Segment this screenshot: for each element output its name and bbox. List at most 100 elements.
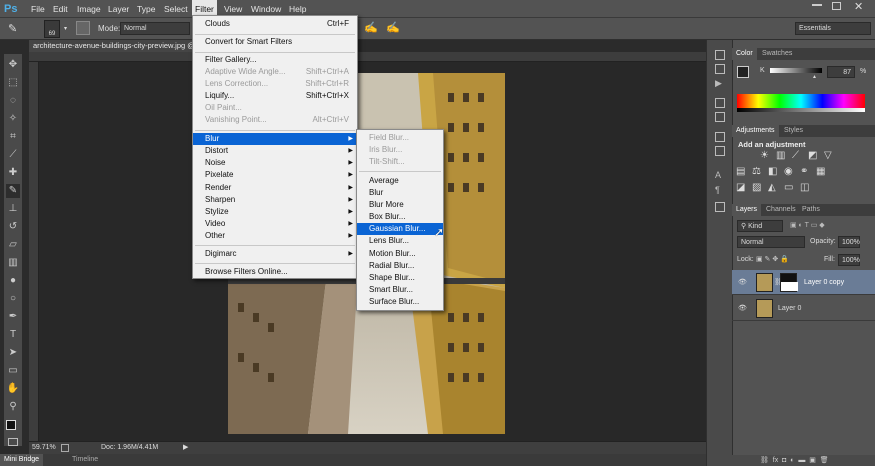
lasso-tool-icon[interactable]: ◌ — [6, 94, 20, 108]
menu-item-video[interactable]: Video ▶ — [193, 218, 357, 230]
menu-item-gaussian-blur[interactable]: Gaussian Blur... — [357, 223, 443, 235]
menu-item-browse-filters-online[interactable]: Browse Filters Online... — [193, 266, 357, 278]
tool-presets-icon[interactable] — [715, 146, 725, 156]
menu-item-box-blur[interactable]: Box Blur... — [357, 211, 443, 223]
eye-icon[interactable]: 👁 — [738, 304, 747, 312]
layer-row[interactable]: 👁 Layer 0 — [732, 296, 875, 321]
menu-item-blur-more[interactable]: Blur More — [357, 199, 443, 211]
tab-channels[interactable]: Channels — [762, 204, 800, 216]
menu-item-blur[interactable]: Blur ▶ — [193, 133, 357, 145]
menu-item-filter-gallery[interactable]: Filter Gallery... — [193, 54, 357, 66]
tab-paths[interactable]: Paths — [798, 204, 824, 216]
brush-tool-icon[interactable]: ✎ — [6, 184, 20, 198]
menu-item-average[interactable]: Average — [357, 175, 443, 187]
menu-item-pixelate[interactable]: Pixelate ▶ — [193, 169, 357, 181]
clone-stamp-tool-icon[interactable]: ⊥ — [6, 202, 20, 216]
new-group-icon[interactable]: ▬ — [798, 457, 805, 464]
brush-panel-icon[interactable] — [715, 98, 725, 108]
close-icon[interactable]: ✕ — [854, 0, 863, 13]
k-value-input[interactable]: 87 — [827, 66, 855, 78]
actions-panel-icon[interactable] — [715, 64, 725, 74]
hue-saturation-icon[interactable]: ▤ — [736, 166, 745, 177]
color-spectrum-bar[interactable] — [737, 94, 865, 108]
color-lookup-icon[interactable]: ▦ — [816, 166, 825, 177]
selective-color-icon[interactable]: ◫ — [800, 182, 809, 193]
crop-tool-icon[interactable]: ⌗ — [6, 130, 20, 144]
brush-tool-icon[interactable]: ✎ — [8, 22, 17, 35]
color-balance-icon[interactable]: ⚖ — [752, 166, 761, 177]
layer-filter-kind[interactable]: ⚲ Kind — [737, 220, 783, 232]
chevron-down-icon[interactable]: ▾ — [64, 25, 67, 32]
pressure-size-icon[interactable]: ✍ — [386, 21, 400, 34]
clone-source-icon[interactable] — [715, 132, 725, 142]
document-tab[interactable]: architecture-avenue-buildings-city-previ… — [29, 40, 205, 52]
maximize-icon[interactable] — [832, 2, 841, 10]
tab-timeline[interactable]: Timeline — [72, 454, 98, 466]
layer-filter-icons[interactable]: ▣ ◐ T ▭ ◆ — [790, 221, 860, 231]
layer-mask-thumbnail[interactable] — [780, 273, 798, 292]
menu-select[interactable]: Select — [161, 0, 191, 18]
history-panel-icon[interactable] — [715, 50, 725, 60]
curves-icon[interactable]: ⟋ — [792, 150, 799, 161]
brush-panel-toggle[interactable] — [76, 21, 90, 35]
path-selection-tool-icon[interactable]: ➤ — [6, 346, 20, 360]
k-slider[interactable] — [770, 68, 822, 73]
channel-mixer-icon[interactable]: ⚭ — [800, 166, 808, 177]
grayscale-ramp[interactable] — [737, 108, 865, 112]
type-tool-icon[interactable]: T — [6, 328, 20, 342]
play-icon[interactable]: ▶ — [715, 78, 722, 89]
vibrance-icon[interactable]: ▽ — [824, 150, 832, 161]
tab-mini-bridge[interactable]: Mini Bridge — [0, 454, 44, 466]
fx-icon[interactable]: fx — [773, 457, 778, 464]
zoom-level[interactable]: 59.71% — [32, 442, 56, 454]
dodge-tool-icon[interactable]: ○ — [6, 292, 20, 306]
brush-preset-picker[interactable]: 69 — [44, 20, 60, 38]
menu-item-radial-blur[interactable]: Radial Blur... — [357, 260, 443, 272]
delete-layer-icon[interactable]: 🗑 — [820, 457, 829, 464]
layer-comps-icon[interactable] — [715, 202, 725, 212]
zoom-tool-icon[interactable]: ⚲ — [6, 400, 20, 414]
menu-item-stylize[interactable]: Stylize ▶ — [193, 206, 357, 218]
menu-item-smart-blur[interactable]: Smart Blur... — [357, 284, 443, 296]
menu-item-liquify[interactable]: Liquify... Shift+Ctrl+X — [193, 90, 357, 102]
menu-image[interactable]: Image — [74, 0, 104, 18]
menu-item-surface-blur[interactable]: Surface Blur... — [357, 296, 443, 308]
mode-select[interactable]: Normal — [120, 22, 190, 35]
foreground-color-swatch[interactable] — [6, 420, 16, 430]
menu-item-blur-basic[interactable]: Blur — [357, 187, 443, 199]
threshold-icon[interactable]: ◭ — [768, 182, 776, 193]
menu-item-motion-blur[interactable]: Motion Blur... — [357, 248, 443, 260]
menu-item-clouds[interactable]: Clouds Ctrl+F — [193, 18, 357, 30]
eyedropper-tool-icon[interactable]: ⟋ — [6, 148, 20, 162]
character-panel-icon[interactable]: A — [715, 170, 721, 180]
tab-color[interactable]: Color — [732, 48, 757, 60]
gradient-tool-icon[interactable]: ▥ — [6, 256, 20, 270]
menu-item-other[interactable]: Other ▶ — [193, 230, 357, 242]
airbrush-icon[interactable]: ✍ — [364, 21, 378, 34]
brush-presets-icon[interactable] — [715, 112, 725, 122]
menu-item-shape-blur[interactable]: Shape Blur... — [357, 272, 443, 284]
eraser-tool-icon[interactable]: ▱ — [6, 238, 20, 252]
paragraph-panel-icon[interactable]: ¶ — [715, 185, 720, 195]
slider-thumb-icon[interactable]: ▲ — [812, 74, 817, 80]
menu-edit[interactable]: Edit — [50, 0, 71, 18]
fill-input[interactable]: 100% — [838, 254, 860, 266]
quick-select-tool-icon[interactable]: ✧ — [6, 112, 20, 126]
minimize-icon[interactable] — [812, 4, 822, 6]
menu-type[interactable]: Type — [134, 0, 158, 18]
brightness-icon[interactable]: ☀ — [760, 150, 769, 161]
foreground-color-swatch[interactable] — [737, 66, 749, 78]
shape-tool-icon[interactable]: ▭ — [6, 364, 20, 378]
photo-filter-icon[interactable]: ◉ — [784, 166, 793, 177]
posterize-icon[interactable]: ▨ — [752, 182, 761, 193]
tab-styles[interactable]: Styles — [780, 125, 807, 137]
layer-row[interactable]: 👁 ⛓ Layer 0 copy — [732, 270, 875, 295]
new-layer-icon[interactable]: ▣ — [809, 457, 816, 464]
invert-icon[interactable]: ◪ — [736, 182, 745, 193]
link-layers-icon[interactable]: ⛓ — [760, 457, 769, 464]
add-mask-icon[interactable]: ◘ — [782, 457, 786, 464]
workspace-select[interactable]: Essentials — [795, 22, 871, 35]
exposure-icon[interactable]: ◩ — [808, 150, 817, 161]
menu-item-noise[interactable]: Noise ▶ — [193, 157, 357, 169]
lock-icons[interactable]: ▣ ✎ ✥ 🔒 — [756, 255, 789, 263]
